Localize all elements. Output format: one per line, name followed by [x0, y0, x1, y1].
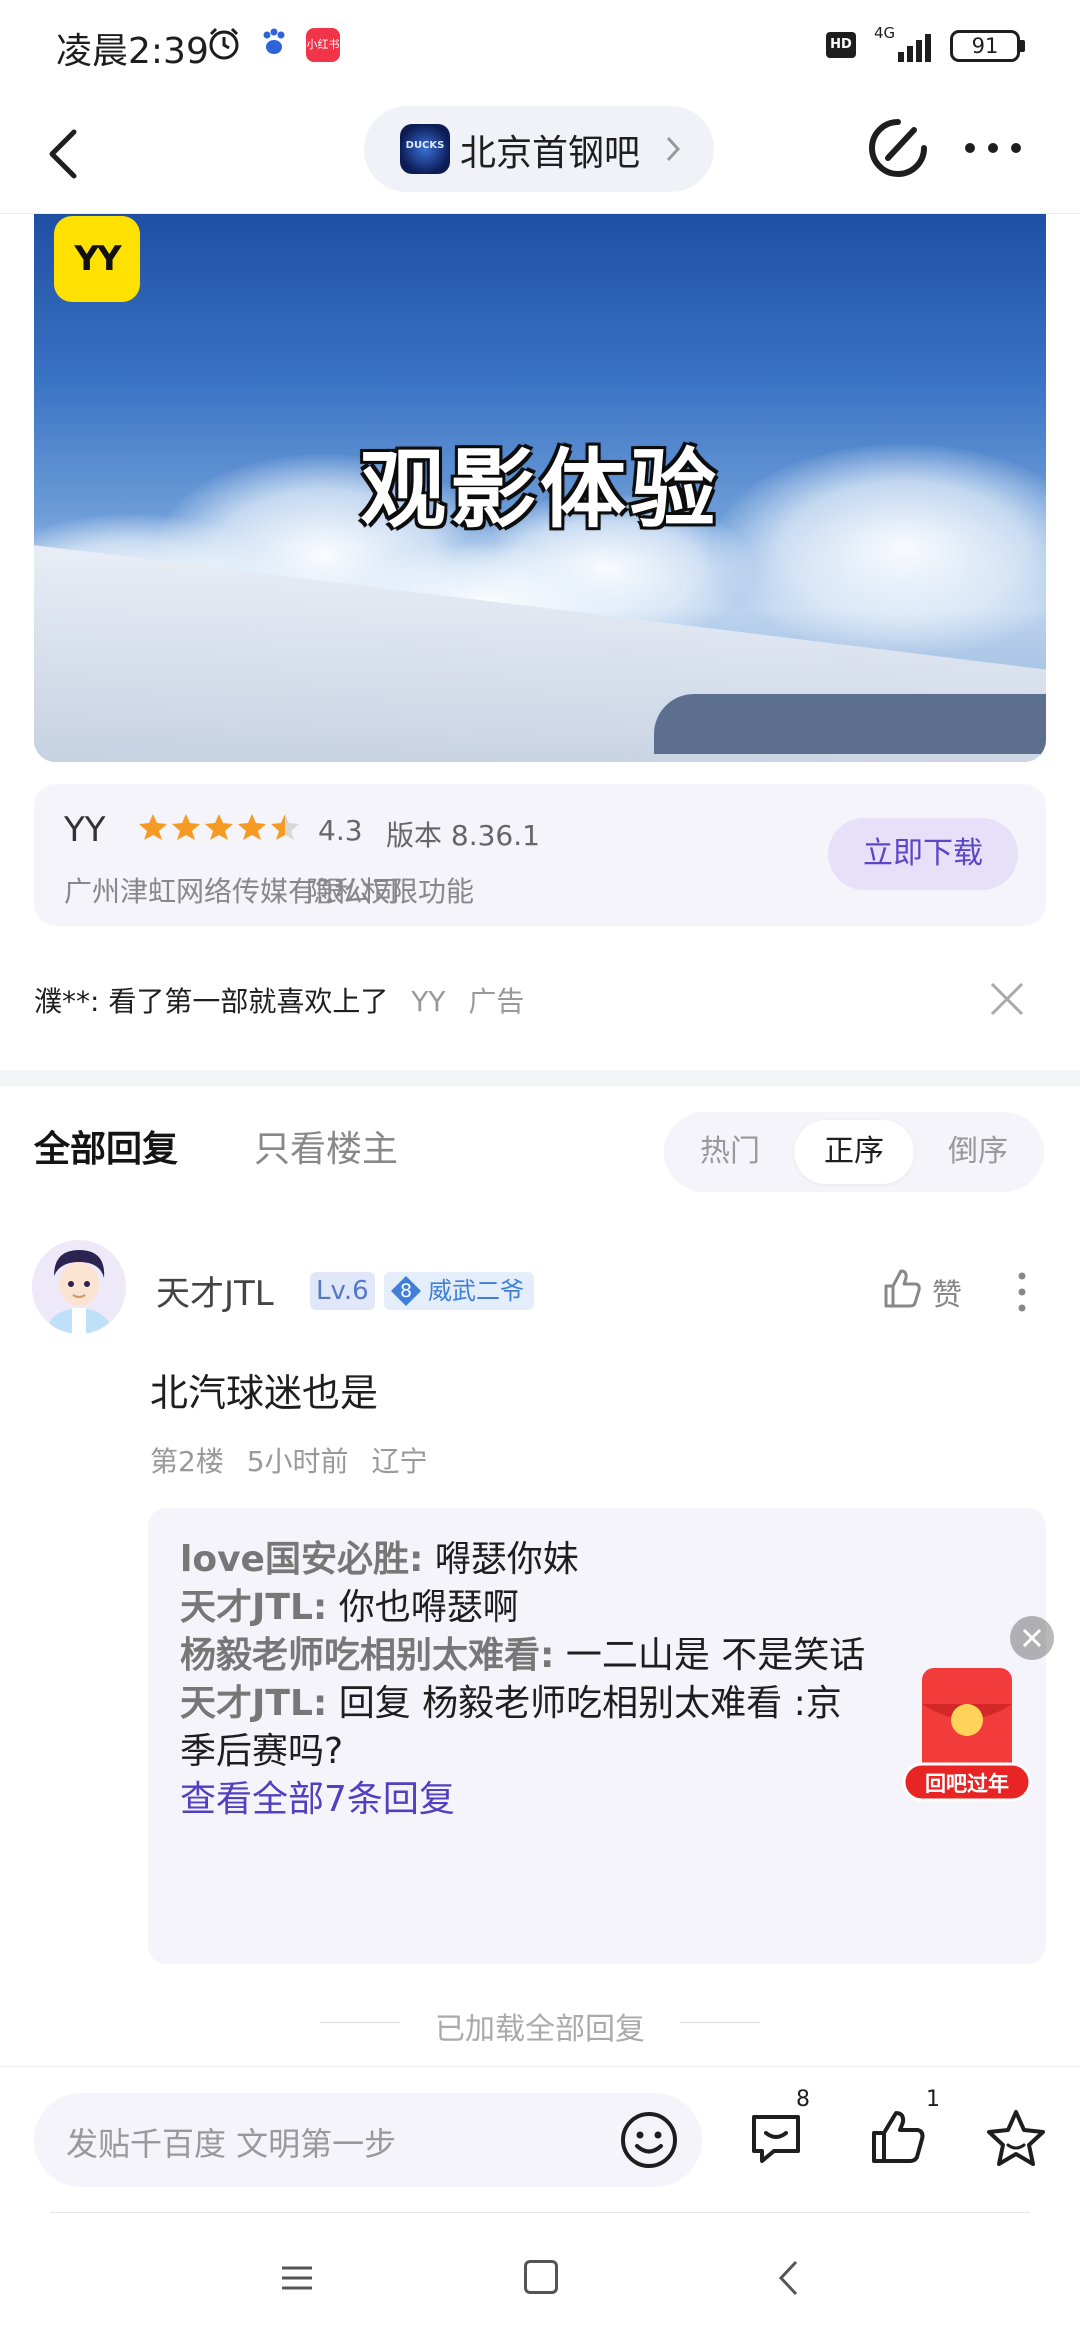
subreply-author[interactable]: 天才JTL: [180, 1683, 327, 1724]
reply-meta: 第2楼 5小时前 辽宁 [150, 1440, 441, 1480]
sort-ascending-button[interactable]: 正序 [794, 1120, 914, 1184]
sort-toggle: 热门 正序 倒序 [664, 1112, 1044, 1192]
download-button[interactable]: 立即下载 [828, 818, 1018, 890]
system-nav-bar [0, 2218, 1080, 2340]
paw-icon [263, 28, 285, 54]
subreply-author[interactable]: 杨毅老师吃相别太难看: [180, 1635, 554, 1676]
loaded-all-label: 已加载全部回复 [435, 2012, 645, 2047]
title-text: 威武二爷 [428, 1277, 524, 1305]
level-badge: Lv.6 [310, 1272, 375, 1310]
subreply-item[interactable]: love国安必胜: 嘚瑟你妹 [180, 1530, 1020, 1582]
like-count: 1 [926, 2087, 940, 2112]
reply-author[interactable]: 天才JTL [156, 1266, 274, 1315]
battery-icon: 91 [950, 30, 1020, 62]
thumbs-up-icon [884, 1269, 921, 1308]
subreply-item[interactable]: 天才JTL: 你也嘚瑟啊 [180, 1578, 1020, 1630]
close-icon[interactable] [1010, 1616, 1054, 1660]
subreply-item[interactable]: 天才JTL: 回复 杨毅老师吃相别太难看 :京 [180, 1674, 1020, 1726]
app-name: YY [64, 810, 106, 850]
signal-icon [898, 34, 931, 62]
section-divider [0, 1070, 1080, 1086]
thumbs-up-icon[interactable] [866, 2105, 930, 2169]
subreply-item[interactable]: 杨毅老师吃相别太难看: 一二山是 不是笑话 [180, 1626, 1020, 1678]
like-label: 赞 [932, 1278, 962, 1313]
subreply-continuation: 季后赛吗? [180, 1731, 344, 1772]
app-badge-icon: 小红书 [306, 28, 340, 62]
ad-source-text: 濮**: 看了第一部就喜欢上了 [34, 985, 389, 1018]
menu-icon[interactable] [280, 2262, 314, 2294]
alarm-icon [209, 27, 239, 60]
star-icon [172, 814, 200, 840]
comment-count: 8 [796, 2087, 810, 2112]
yy-app-logo: YY [54, 216, 140, 302]
hd-icon: HD [826, 32, 856, 58]
emoji-icon[interactable] [618, 2109, 680, 2171]
forum-title-button[interactable]: DUCKS 北京首钢吧 [364, 106, 714, 192]
star-icon [139, 814, 167, 840]
ad-caption: 观影体验 [360, 440, 720, 540]
sort-hot-button[interactable]: 热门 [670, 1120, 790, 1184]
comment-icon[interactable] [744, 2105, 808, 2169]
subreply-text: 嘚瑟你妹 [423, 1539, 579, 1580]
tab-owner-only[interactable]: 只看楼主 [254, 1120, 398, 1172]
close-icon[interactable] [986, 978, 1028, 1020]
divider-line [680, 2022, 760, 2023]
favorite-star-icon[interactable] [984, 2107, 1048, 2171]
features-link[interactable]: 功能 [418, 870, 474, 910]
header: DUCKS 北京首钢吧 [0, 96, 1080, 214]
sort-descending-button[interactable]: 倒序 [918, 1120, 1038, 1184]
edit-icon[interactable] [866, 116, 930, 180]
reply-time: 5小时前 [246, 1445, 349, 1478]
star-icon [205, 814, 233, 840]
reply-body: 北汽球迷也是 [150, 1371, 379, 1415]
privacy-link[interactable]: 隐私 [306, 870, 362, 910]
bottom-action-bar: 发贴千百度 文明第一步 8 1 [0, 2066, 1080, 2218]
ad-source-app: YY [411, 985, 446, 1018]
forum-logo-text: DUCKS [405, 140, 445, 151]
compose-input[interactable]: 发贴千百度 文明第一步 [34, 2093, 702, 2187]
back-icon[interactable] [776, 2258, 800, 2298]
more-icon[interactable] [962, 138, 1024, 158]
status-time: 凌晨2:39 [56, 31, 209, 72]
subreply-text: 回复 杨毅老师吃相别太难看 :京 [327, 1683, 842, 1724]
tab-all-replies[interactable]: 全部回复 [34, 1120, 178, 1172]
subreply-text: 你也嘚瑟啊 [327, 1587, 519, 1628]
app-rating: 4.3 [318, 814, 363, 847]
subreply-author[interactable]: 天才JTL: [180, 1587, 327, 1628]
subreply-author[interactable]: love国安必胜: [180, 1539, 423, 1580]
red-envelope-promo[interactable]: 回吧过年 [898, 1664, 1036, 1804]
title-badge: 8 威武二爷 [384, 1272, 534, 1310]
ad-source-line: 濮**: 看了第一部就喜欢上了 YY 广告 [34, 980, 524, 1020]
status-bar: 凌晨2:39 小红书 HD 4G 91 [0, 0, 1080, 96]
reply-location: 辽宁 [371, 1445, 428, 1478]
ad-label: 广告 [468, 985, 525, 1018]
permissions-link[interactable]: 权限 [362, 870, 418, 910]
title-level: 8 [399, 1280, 413, 1302]
app-version: 版本 8.36.1 [386, 819, 540, 852]
divider-line [50, 2212, 1030, 2213]
app-download-card[interactable]: YY 4.3 版本 8.36.1 广州津虹网络传媒有限公司 隐私 权限 功能 立… [34, 784, 1046, 926]
more-vertical-icon[interactable] [1010, 1270, 1034, 1314]
star-icon [238, 814, 266, 840]
view-all-replies-link[interactable]: 查看全部7条回复 [180, 1770, 455, 1822]
battery-level: 91 [971, 34, 999, 58]
back-button[interactable] [40, 122, 90, 186]
forum-avatar: DUCKS [400, 124, 450, 174]
reply-floor: 第2楼 [150, 1445, 224, 1478]
half-star-icon [271, 814, 299, 840]
avatar[interactable] [32, 1240, 126, 1334]
ad-video-banner[interactable]: 观影体验 [34, 214, 1046, 762]
chevron-right-icon [666, 136, 681, 162]
rating-stars [138, 812, 303, 848]
like-button[interactable]: 赞 [880, 1266, 980, 1314]
promo-label: 回吧过年 [925, 1772, 1009, 1796]
forum-name: 北京首钢吧 [460, 133, 641, 174]
home-icon[interactable] [524, 2260, 558, 2294]
battery-tip [1020, 40, 1025, 52]
subreply-text: 一二山是 不是笑话 [554, 1635, 866, 1676]
compose-placeholder: 发贴千百度 文明第一步 [66, 2125, 397, 2163]
